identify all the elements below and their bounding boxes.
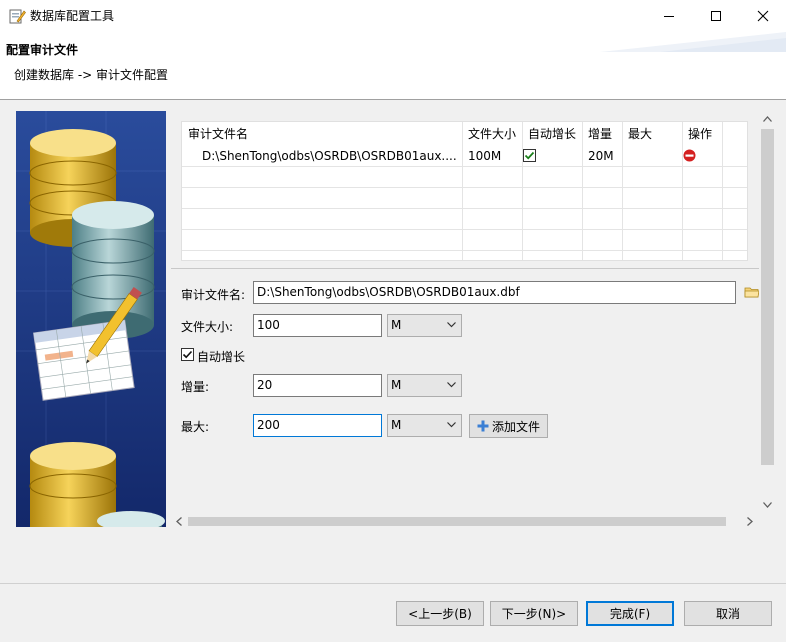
row-file-name: D:\ShenTong\odbs\OSRDB\OSRDB01aux.... — [202, 149, 457, 163]
chevron-down-icon — [447, 382, 456, 388]
file-size-unit-select[interactable]: M — [387, 314, 462, 337]
divider — [171, 268, 759, 269]
max-input[interactable]: 200 — [253, 414, 382, 437]
max-unit-select[interactable]: M — [387, 414, 462, 437]
maximize-button[interactable] — [693, 0, 739, 32]
add-file-button[interactable]: 添加文件 — [469, 414, 548, 438]
row-size: 100M — [468, 149, 502, 163]
breadcrumb: 创建数据库 -> 审计文件配置 — [14, 68, 169, 82]
column-header-action[interactable]: 操作 — [688, 125, 712, 142]
auto-grow-checkbox[interactable] — [181, 348, 194, 361]
audit-file-table: 审计文件名 文件大小 自动增长 增量 最大 操作 D:\ShenTong\odb… — [181, 121, 748, 261]
delete-icon[interactable] — [683, 149, 696, 162]
scroll-down-icon[interactable] — [763, 502, 772, 508]
header-decoration — [600, 32, 786, 52]
scrollbar-corner — [759, 514, 776, 529]
increment-unit-value: M — [391, 378, 402, 392]
chevron-down-icon — [447, 322, 456, 328]
next-button[interactable]: 下一步(N)> — [490, 601, 578, 626]
title-bar: 数据库配置工具 — [0, 0, 786, 32]
close-icon — [757, 10, 769, 22]
file-name-input[interactable]: D:\ShenTong\odbs\OSRDB\OSRDB01aux.dbf — [253, 281, 736, 304]
column-header-size[interactable]: 文件大小 — [468, 125, 516, 142]
chevron-down-icon — [447, 422, 456, 428]
add-file-label: 添加文件 — [491, 419, 540, 434]
window-title: 数据库配置工具 — [30, 9, 115, 23]
column-header-increment[interactable]: 增量 — [588, 125, 612, 142]
wizard-header: 配置审计文件 创建数据库 -> 审计文件配置 — [0, 32, 786, 100]
plus-icon — [477, 420, 489, 432]
scroll-up-icon[interactable] — [763, 116, 772, 122]
browse-folder-icon[interactable] — [744, 285, 760, 299]
auto-grow-label[interactable]: 自动增长 — [197, 348, 245, 365]
column-header-file[interactable]: 审计文件名 — [188, 125, 248, 142]
increment-input[interactable]: 20 — [253, 374, 382, 397]
vertical-scroll-thumb[interactable] — [761, 129, 774, 465]
maximize-icon — [711, 11, 721, 21]
row-autogrow-checkbox[interactable] — [523, 149, 536, 162]
finish-button[interactable]: 完成(F) — [586, 601, 674, 626]
row-increment: 20M — [588, 149, 614, 163]
increment-unit-select[interactable]: M — [387, 374, 462, 397]
file-size-input[interactable]: 100 — [253, 314, 382, 337]
horizontal-scroll-thumb[interactable] — [188, 517, 726, 526]
footer-divider — [0, 583, 786, 584]
scroll-right-icon[interactable] — [747, 517, 753, 526]
cancel-button[interactable]: 取消 — [684, 601, 772, 626]
column-header-max[interactable]: 最大 — [628, 125, 652, 142]
minimize-icon — [664, 16, 674, 17]
file-size-label: 文件大小: — [181, 320, 234, 334]
max-label: 最大: — [181, 420, 210, 434]
column-header-autogrow[interactable]: 自动增长 — [528, 125, 576, 142]
file-name-label: 审计文件名: — [181, 288, 246, 302]
increment-label: 增量: — [181, 380, 210, 394]
wizard-banner-image — [16, 111, 166, 527]
max-unit-value: M — [391, 418, 402, 432]
prev-button[interactable]: <上一步(B) — [396, 601, 484, 626]
table-row[interactable]: D:\ShenTong\odbs\OSRDB\OSRDB01aux.... 10… — [182, 146, 747, 166]
file-size-unit-value: M — [391, 318, 402, 332]
page-title: 配置审计文件 — [6, 43, 79, 57]
app-icon — [9, 9, 26, 24]
minimize-button[interactable] — [646, 0, 692, 32]
scroll-left-icon[interactable] — [176, 517, 182, 526]
config-panel: 审计文件名 文件大小 自动增长 增量 最大 操作 D:\ShenTong\odb… — [171, 111, 776, 529]
close-button[interactable] — [740, 0, 786, 32]
